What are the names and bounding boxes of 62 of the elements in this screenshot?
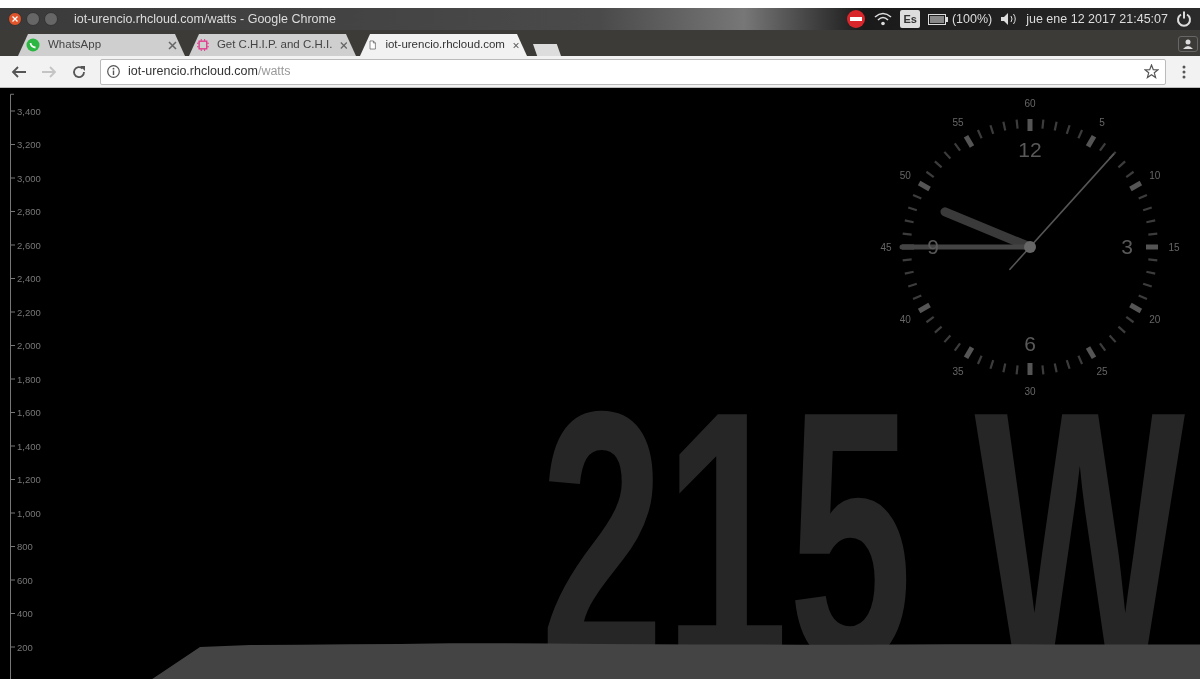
person-icon [1183, 39, 1193, 49]
clock-hour-numeral: 6 [1024, 332, 1036, 355]
axis-label: 800 [17, 541, 33, 552]
volume-icon[interactable] [1000, 12, 1019, 26]
axis-label: 3,200 [17, 139, 41, 150]
new-tab-button[interactable] [533, 44, 561, 56]
browser-tab[interactable]: WhatsApp [18, 34, 185, 56]
close-icon[interactable] [340, 40, 348, 50]
address-field[interactable]: iot-urencio.rhcloud.com/watts [100, 58, 1166, 85]
profile-button[interactable] [1178, 36, 1198, 52]
axis-label: 600 [17, 574, 33, 586]
window-title: iot-urencio.rhcloud.com/watts - Google Chrome [74, 10, 336, 28]
clock-minute-label: 30 [1024, 385, 1036, 397]
axis-label: 1,800 [17, 373, 41, 385]
clock-center-cap [1024, 241, 1036, 253]
axis-label: 2,200 [17, 306, 41, 318]
clock-hour-numeral: 12 [1018, 138, 1042, 161]
close-icon[interactable] [512, 40, 519, 50]
axis-label: 1,200 [17, 474, 41, 485]
browser-tab[interactable]: Get C.H.I.P. and C.H.I. [189, 34, 356, 56]
clock-minute-label: 60 [1024, 97, 1036, 109]
clock-minute-label: 55 [952, 116, 964, 128]
axis-label: 200 [17, 641, 33, 653]
clock-text[interactable]: jue ene 12 2017 21:45:07 [1026, 9, 1168, 29]
clock-minute-label: 40 [899, 313, 911, 325]
axis-label: 1,400 [17, 440, 41, 452]
battery-icon [927, 13, 948, 25]
info-icon[interactable] [107, 65, 120, 78]
close-button[interactable] [8, 12, 22, 26]
close-icon [12, 16, 18, 22]
whatsapp-icon [26, 38, 40, 52]
clock-minute-label: 20 [1149, 313, 1161, 325]
axis-label: 1,600 [17, 407, 41, 418]
axis-label: 2,800 [17, 206, 41, 217]
axis-label: 2,000 [17, 340, 41, 351]
chip-icon [197, 38, 209, 52]
clock-minute-label: 35 [952, 366, 964, 378]
battery-percentage: (100%) [951, 10, 993, 28]
wifi-icon[interactable] [874, 12, 893, 26]
clock-hour-numeral: 3 [1121, 235, 1133, 258]
clock-minute-label: 25 [1096, 366, 1108, 378]
axis-label: 3,400 [17, 105, 41, 117]
axis-label: 400 [17, 608, 33, 619]
document-icon [368, 38, 378, 52]
power-icon[interactable] [1176, 11, 1192, 27]
close-icon[interactable] [168, 40, 177, 50]
clock-minute-label: 10 [1149, 169, 1161, 181]
clock-minute-label: 15 [1168, 241, 1180, 253]
axis-label: 2,600 [17, 239, 41, 251]
star-icon[interactable] [1144, 64, 1159, 79]
axis-label: 1,000 [17, 507, 41, 519]
keyboard-layout-indicator[interactable]: Es [900, 9, 920, 29]
clock-minute-label: 5 [1099, 116, 1105, 128]
clock-hour-numeral: 9 [927, 235, 939, 258]
back-button[interactable] [11, 63, 27, 80]
browser-tab[interactable]: iot-urencio.rhcloud.com [360, 34, 527, 56]
axis-label: 3,000 [17, 172, 41, 184]
clock-minute-label: 45 [880, 241, 892, 253]
axis-label: 2,400 [17, 273, 41, 284]
reload-button[interactable] [71, 63, 87, 80]
no-entry-icon[interactable] [846, 9, 867, 29]
clock-minute-label: 50 [899, 169, 911, 181]
